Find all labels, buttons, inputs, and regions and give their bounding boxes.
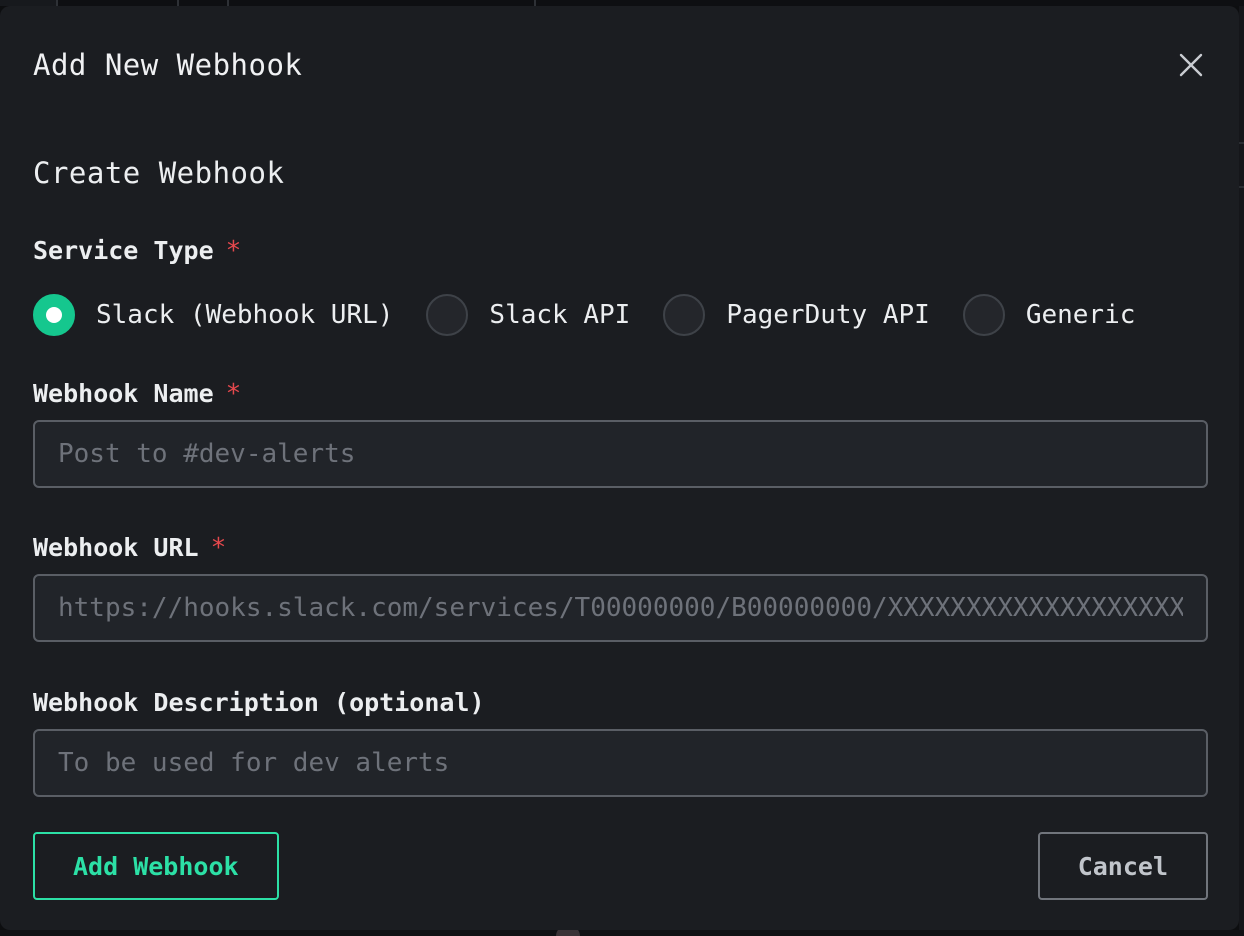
service-type-options: Slack (Webhook URL) Slack API PagerDuty … — [33, 294, 1208, 336]
radio-button[interactable] — [963, 294, 1005, 336]
radio-option-generic[interactable]: Generic — [963, 294, 1136, 336]
radio-option-pagerduty-api[interactable]: PagerDuty API — [663, 294, 930, 336]
service-type-label-text: Service Type — [33, 236, 214, 266]
radio-option-label: Generic — [1026, 300, 1136, 330]
required-asterisk: * — [226, 379, 242, 409]
service-type-label: Service Type * — [33, 236, 1208, 266]
background-page-right-edge — [1239, 6, 1244, 930]
webhook-url-label-text: Webhook URL — [33, 533, 199, 563]
radio-option-slack-webhook-url[interactable]: Slack (Webhook URL) — [33, 294, 393, 336]
webhook-description-label: Webhook Description (optional) — [33, 688, 1208, 718]
radio-button[interactable] — [663, 294, 705, 336]
webhook-url-label: Webhook URL * — [33, 533, 1208, 563]
required-asterisk: * — [211, 533, 227, 563]
modal-footer: Add Webhook Cancel — [33, 832, 1208, 900]
radio-button-selected[interactable] — [33, 294, 75, 336]
webhook-description-label-text: Webhook Description (optional) — [33, 688, 485, 718]
radio-button[interactable] — [426, 294, 468, 336]
background-divider — [1239, 142, 1244, 144]
modal-title: Add New Webhook — [33, 47, 302, 83]
background-divider — [1239, 186, 1244, 188]
modal-header: Add New Webhook — [33, 47, 1208, 83]
webhook-name-label: Webhook Name * — [33, 379, 1208, 409]
section-heading: Create Webhook — [33, 155, 1208, 191]
cancel-button[interactable]: Cancel — [1038, 832, 1208, 900]
close-icon — [1176, 50, 1206, 80]
required-asterisk: * — [226, 236, 242, 266]
add-webhook-button[interactable]: Add Webhook — [33, 832, 279, 900]
add-webhook-modal: Add New Webhook Create Webhook Service T… — [0, 6, 1239, 930]
webhook-name-input[interactable] — [33, 420, 1208, 488]
webhook-url-input[interactable] — [33, 574, 1208, 642]
radio-option-label: Slack (Webhook URL) — [96, 300, 393, 330]
webhook-name-label-text: Webhook Name — [33, 379, 214, 409]
radio-option-label: Slack API — [489, 300, 630, 330]
background-page-bottom-edge — [0, 930, 1244, 936]
radio-option-slack-api[interactable]: Slack API — [426, 294, 630, 336]
radio-option-label: PagerDuty API — [726, 300, 930, 330]
webhook-description-input[interactable] — [33, 729, 1208, 797]
close-button[interactable] — [1174, 48, 1208, 82]
